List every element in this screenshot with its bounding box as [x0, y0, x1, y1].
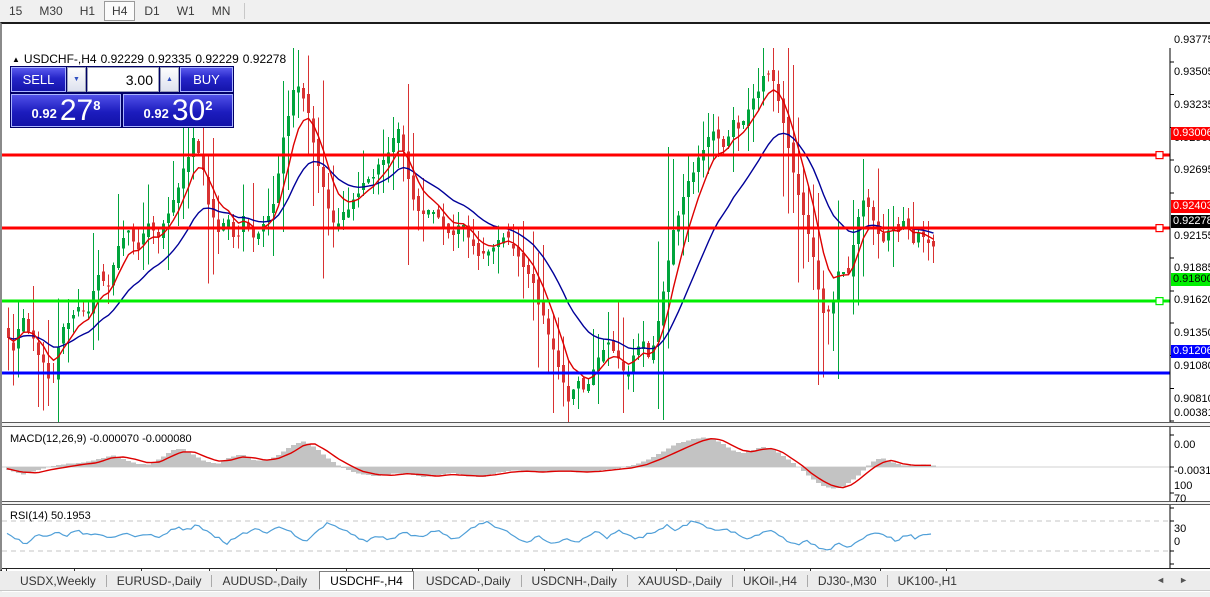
chart-tab-eurusddaily[interactable]: EURUSD-,Daily: [107, 571, 212, 590]
ohlc-high: 0.92335: [147, 52, 192, 66]
chart-tab-ukoilh4[interactable]: UKOil-,H4: [733, 571, 807, 590]
timeframe-button-mn[interactable]: MN: [204, 1, 239, 21]
sell-price-prefix: 0.92: [31, 106, 57, 121]
chart-tab-dj30m30[interactable]: DJ30-,M30: [808, 571, 887, 590]
axis-tick-label: 0.91620: [1174, 294, 1210, 307]
chart-header: ▲ USDCHF-,H4 0.92229 0.92335 0.92229 0.92278: [12, 52, 290, 66]
hline-price-label: 0.91800: [1171, 272, 1210, 286]
rsi-label: RSI(14) 50.1953: [10, 510, 91, 522]
ohlc-open: 0.92229: [100, 52, 144, 66]
hline-price-label: 0.92403: [1171, 199, 1210, 213]
chart-tab-xauusddaily[interactable]: XAUUSD-,Daily: [628, 571, 732, 590]
axis-tick-label: 0.93775: [1174, 33, 1210, 46]
chart-tab-usdcnhdaily[interactable]: USDCNH-,Daily: [522, 571, 627, 590]
chart-window: ▲ USDCHF-,H4 0.92229 0.92335 0.92229 0.92278 …: [0, 22, 1210, 592]
ohlc-close: 0.92278: [242, 52, 287, 66]
macd-label: MACD(12,26,9) -0.000070 -0.000080: [10, 433, 192, 445]
sell-price-pip: 8: [93, 98, 101, 113]
trading-app: 15 M30 H1 H4 D1 W1 MN ▲ USDCHF-,H4 0.92229 0.9233…: [0, 0, 1210, 597]
hline-price-label: 0.93006: [1171, 126, 1210, 140]
timeframe-button-h1[interactable]: H1: [72, 1, 103, 21]
timeframe-toolbar: 15 M30 H1 H4 D1 W1 MN: [0, 0, 1210, 22]
axis-tick-label: 0.91350: [1174, 327, 1210, 340]
timeframe-button-w1[interactable]: W1: [169, 1, 203, 21]
volume-decrease-button[interactable]: ▼: [67, 67, 86, 92]
ohlc-low: 0.92229: [195, 52, 239, 66]
axis-tick-label: 0.90810: [1174, 392, 1210, 405]
axis-tick-label: 0.92695: [1174, 164, 1210, 177]
collapse-panel-icon[interactable]: ▲: [12, 55, 20, 64]
volume-input[interactable]: [87, 67, 159, 92]
axis-tick-label: -0.00311: [1174, 464, 1210, 477]
status-strip: [0, 592, 1210, 597]
axis-tick-label: 100: [1174, 479, 1193, 492]
sell-button[interactable]: SELL: [11, 67, 66, 92]
axis-tick-label: 0.00381: [1174, 406, 1210, 419]
timeframe-button-15[interactable]: 15: [1, 1, 30, 21]
symbol-label: USDCHF-,H4: [23, 52, 97, 66]
volume-increase-button[interactable]: ▲: [160, 67, 179, 92]
rsi-indicator-canvas[interactable]: [2, 505, 1210, 568]
axis-tick-label: 0.00: [1174, 438, 1196, 451]
buy-price-big: 30: [171, 93, 206, 127]
chevron-down-icon: ▼: [73, 76, 80, 83]
one-click-trading-panel: SELL ▼ ▲ BUY 0.92 27 8 0.92 30: [10, 66, 234, 128]
buy-button[interactable]: BUY: [180, 67, 233, 92]
chart-tab-usdchfh4[interactable]: USDCHF-,H4: [319, 571, 414, 590]
timeframe-button-m30[interactable]: M30: [31, 1, 70, 21]
toolbar-separator: [244, 3, 246, 19]
tab-scroll-left-icon[interactable]: ◄: [1156, 575, 1179, 585]
axis-tick-label: 70: [1174, 492, 1187, 505]
axis-tick-label: 30: [1174, 522, 1187, 535]
hline-price-label: 0.91206: [1171, 344, 1210, 358]
timeframe-button-d1[interactable]: D1: [136, 1, 167, 21]
chart-tab-uk100h1[interactable]: UK100-,H1: [888, 571, 967, 590]
tab-scroll-right-icon[interactable]: ►: [1179, 575, 1202, 585]
buy-price-pip: 2: [205, 98, 213, 113]
axis-tick-label: 0.92155: [1174, 229, 1210, 242]
buy-price-display[interactable]: 0.92 30 2: [123, 94, 233, 127]
chart-tab-usdcaddaily[interactable]: USDCAD-,Daily: [416, 571, 521, 590]
axis-tick-label: 0: [1174, 535, 1181, 548]
buy-price-prefix: 0.92: [143, 106, 169, 121]
sell-price-big: 27: [59, 93, 94, 127]
axis-tick-label: 0.93505: [1174, 66, 1210, 79]
axis-tick-label: 0.91080: [1174, 359, 1210, 372]
timeframe-button-h4[interactable]: H4: [104, 1, 136, 21]
chart-tab-bar: USDX,Weekly EURUSD-,Daily AUDUSD-,Daily USD…: [0, 571, 1210, 591]
axis-tick-label: 0.93235: [1174, 98, 1210, 111]
current-price-label: 0.92278: [1171, 214, 1210, 228]
chart-tab-audusddaily[interactable]: AUDUSD-,Daily: [212, 571, 317, 590]
chevron-up-icon: ▲: [166, 76, 173, 83]
chart-tab-usdxweekly[interactable]: USDX,Weekly: [10, 571, 106, 590]
tab-scroll-arrows[interactable]: ◄►: [1156, 575, 1202, 585]
sell-price-display[interactable]: 0.92 27 8: [11, 94, 121, 127]
